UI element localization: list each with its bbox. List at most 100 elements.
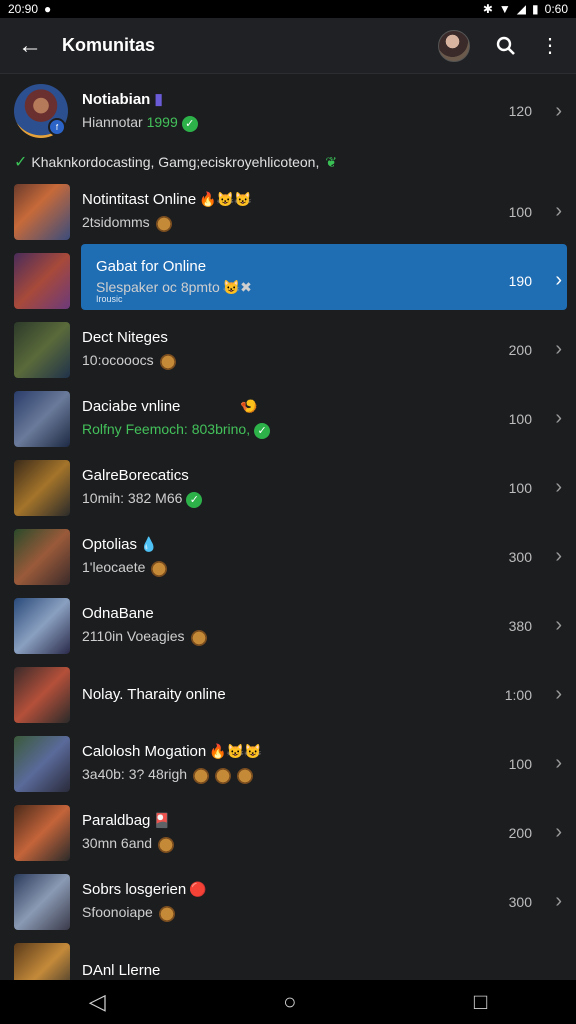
item-count: 380 xyxy=(508,617,532,634)
game-thumbnail xyxy=(14,459,70,516)
bluetooth-icon: ✱ xyxy=(482,2,493,16)
profile-count: 120 xyxy=(508,103,532,119)
user-avatar[interactable] xyxy=(438,29,470,62)
item-count: 300 xyxy=(508,548,532,565)
item-sub: 3a40b: 3? 48righ xyxy=(82,766,484,784)
game-thumbnail xyxy=(14,735,70,792)
coin-icon xyxy=(237,767,254,784)
item-name: OdnaBane xyxy=(82,605,154,623)
game-thumbnail xyxy=(14,804,70,861)
list-item[interactable]: Paraldbag 🎴 30mn 6and 200 › xyxy=(0,798,576,867)
check-icon: ✓ xyxy=(14,154,28,171)
list-item[interactable]: Calolosh Mogation 🔥😺😺 3a40b: 3? 48righ 10… xyxy=(0,729,576,798)
search-icon[interactable] xyxy=(488,28,524,64)
item-name: Optolias 💧 xyxy=(82,536,158,554)
item-name: Calolosh Mogation 🔥😺😺 xyxy=(82,743,262,761)
status-time: 20:90 xyxy=(8,2,39,16)
item-count: 190 xyxy=(508,272,532,289)
game-thumbnail xyxy=(14,942,70,980)
list-item[interactable]: GalreBorecatics 10mih: 382 M66 ✓ 100 › xyxy=(0,453,576,522)
item-name: Daciabe vnline 🍤 xyxy=(82,398,258,416)
item-sub: 1'leocaete xyxy=(82,559,484,577)
game-thumbnail xyxy=(14,321,70,378)
game-thumbnail xyxy=(14,528,70,585)
item-name: Gabat for Online xyxy=(96,257,207,275)
battery-icon: ▮ xyxy=(532,2,539,16)
coin-icon xyxy=(215,767,232,784)
item-sub: 10mih: 382 M66 ✓ xyxy=(82,490,484,508)
item-name: DAnl Llerne xyxy=(82,962,161,979)
profile-sub: Hiannotar 1999 ✓ xyxy=(82,114,484,132)
status-right-time: 0:60 xyxy=(544,2,568,16)
coin-icon xyxy=(151,560,168,577)
nav-recents-icon[interactable]: □ xyxy=(474,989,487,1015)
profile-avatar: f xyxy=(14,84,68,138)
item-count: 300 xyxy=(508,893,532,910)
chevron-right-icon[interactable]: › xyxy=(532,683,562,706)
chevron-right-icon[interactable]: › xyxy=(532,476,562,499)
item-count: 200 xyxy=(508,341,532,358)
list-item[interactable]: Sobrs losgerien 🔴 Sfoonoiape 300 › xyxy=(0,867,576,936)
item-name: Nolay. Tharaity online xyxy=(82,686,226,703)
game-thumbnail xyxy=(14,597,70,654)
item-sub: 30mn 6and xyxy=(82,835,484,853)
coin-icon xyxy=(159,353,176,370)
status-bar: 20:90 ● ✱ ▼ ◢ ▮ 0:60 xyxy=(0,0,576,18)
game-thumbnail xyxy=(14,252,70,309)
list-item[interactable]: OdnaBane 2110in Voeagies 380 › xyxy=(0,591,576,660)
item-sub: 10:ocooocs xyxy=(82,352,484,370)
chevron-right-icon[interactable]: › xyxy=(532,407,562,430)
item-name: Notintitast Online 🔥😺😺 xyxy=(82,191,252,209)
item-name: Paraldbag 🎴 xyxy=(82,812,171,830)
list-item-selected[interactable]: Gabat for Online Slespaker oc 8pmto 😺✖ Iro… xyxy=(0,244,576,315)
chevron-right-icon[interactable]: › xyxy=(532,752,562,775)
check-icon: ✓ xyxy=(186,491,203,508)
game-thumbnail xyxy=(14,390,70,447)
nav-back-icon[interactable]: ◁ xyxy=(89,989,106,1015)
chevron-right-icon[interactable]: › xyxy=(532,269,562,292)
more-options-icon[interactable]: ⋮ xyxy=(532,28,568,64)
app-bar: ← Komunitas ⋮ xyxy=(0,18,576,74)
chevron-right-icon[interactable]: › xyxy=(532,614,562,637)
chevron-right-icon[interactable]: › xyxy=(532,200,562,223)
chevron-right-icon[interactable]: › xyxy=(532,545,562,568)
item-sub: 2110in Voeagies xyxy=(82,628,484,646)
check-icon: ✓ xyxy=(254,422,271,439)
signal-icon: ◢ xyxy=(516,2,527,16)
profile-row[interactable]: f Notiabian ▮ Hiannotar 1999 ✓ 120 › xyxy=(0,75,576,147)
banner: ✓ Khaknkordocasting, Gamg;eciskroyehlico… xyxy=(0,147,576,177)
item-name: Dect Niteges xyxy=(82,329,168,347)
list-item[interactable]: Dect Niteges 10:ocooocs 200 › xyxy=(0,315,576,384)
item-name: Sobrs losgerien 🔴 xyxy=(82,881,207,899)
notification-icon: ● xyxy=(44,2,52,16)
facebook-badge-icon: f xyxy=(48,118,66,136)
item-sub: Sfoonoiape xyxy=(82,904,484,922)
coin-icon xyxy=(158,836,175,853)
nav-home-icon[interactable]: ○ xyxy=(283,989,296,1015)
chevron-right-icon[interactable]: › xyxy=(532,338,562,361)
game-thumbnail xyxy=(14,873,70,930)
list-item[interactable]: Nolay. Tharaity online 1:00 › xyxy=(0,660,576,729)
list-item[interactable]: Optolias 💧 1'leocaete 300 › xyxy=(0,522,576,591)
coin-icon xyxy=(193,767,210,784)
banner-text: Khaknkordocasting, Gamg;eciskroyehlicote… xyxy=(31,154,320,170)
page-title: Komunitas xyxy=(62,35,156,55)
coin-icon xyxy=(158,905,175,922)
community-list: f Notiabian ▮ Hiannotar 1999 ✓ 120 › ✓ Kh… xyxy=(0,75,576,980)
item-count: 100 xyxy=(508,203,532,220)
item-name: GalreBorecatics xyxy=(82,467,189,485)
item-sub: 2tsidomms xyxy=(82,214,484,232)
item-sub: Rolfny Feemoch: 803brino, ✓ xyxy=(82,421,484,439)
list-item[interactable]: Daciabe vnline 🍤 Rolfny Feemoch: 803brino… xyxy=(0,384,576,453)
chevron-right-icon[interactable]: › xyxy=(532,100,562,123)
chevron-right-icon[interactable]: › xyxy=(532,821,562,844)
item-count: 100 xyxy=(508,479,532,496)
game-thumbnail xyxy=(14,666,70,723)
coin-icon xyxy=(155,215,172,232)
item-count: 1:00 xyxy=(504,686,532,703)
list-item[interactable]: DAnl Llerne xyxy=(0,936,576,980)
item-sub: Slespaker oc 8pmto 😺✖ Irousic xyxy=(96,278,252,304)
back-arrow-icon[interactable]: ← xyxy=(10,26,50,66)
chevron-right-icon[interactable]: › xyxy=(532,890,562,913)
list-item[interactable]: Notintitast Online 🔥😺😺 2tsidomms 100 › xyxy=(0,177,576,246)
